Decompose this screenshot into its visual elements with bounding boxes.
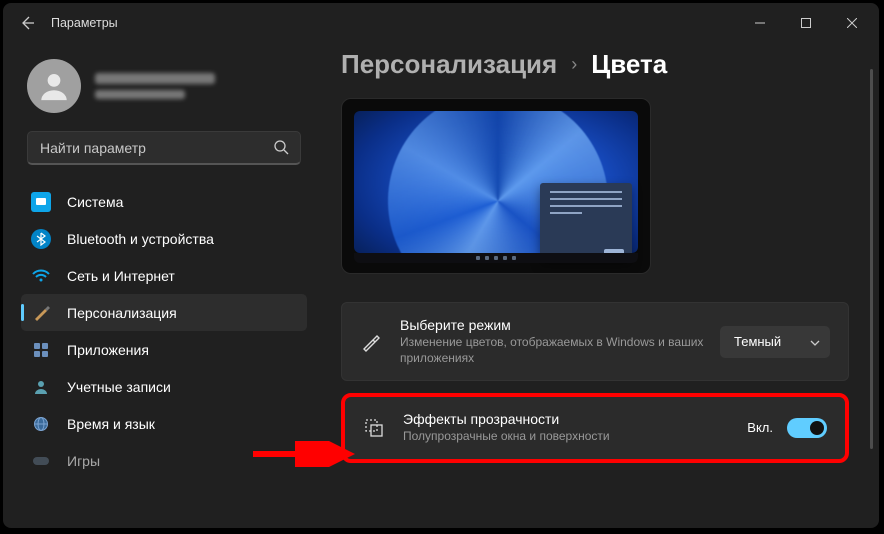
- settings-window: Параметры: [3, 3, 879, 528]
- display-icon: [31, 192, 51, 212]
- transparency-subtitle: Полупрозрачные окна и поверхности: [403, 429, 747, 445]
- transparency-title: Эффекты прозрачности: [403, 411, 747, 427]
- close-icon: [847, 18, 857, 28]
- minimize-button[interactable]: [737, 3, 783, 43]
- arrow-left-icon: [19, 15, 35, 31]
- brush-outline-icon: [360, 331, 382, 353]
- nav-time-language[interactable]: Время и язык: [21, 405, 307, 442]
- chevron-down-icon: [810, 334, 820, 349]
- search-box[interactable]: [27, 131, 301, 165]
- nav-system[interactable]: Система: [21, 183, 307, 220]
- chevron-right-icon: ›: [571, 54, 577, 75]
- toggle-label: Вкл.: [747, 420, 773, 435]
- nav-label: Сеть и Интернет: [67, 268, 175, 284]
- breadcrumb-current: Цвета: [591, 49, 667, 80]
- nav-label: Игры: [67, 453, 100, 469]
- nav-label: Учетные записи: [67, 379, 171, 395]
- search-icon: [273, 139, 289, 160]
- nav-bluetooth[interactable]: Bluetooth и устройства: [21, 220, 307, 257]
- transparency-toggle[interactable]: [787, 418, 827, 438]
- preview-card: [540, 183, 632, 261]
- breadcrumb: Персонализация › Цвета: [341, 49, 849, 80]
- globe-icon: [31, 414, 51, 434]
- wifi-icon: [31, 266, 51, 286]
- mode-dropdown[interactable]: Темный: [720, 326, 830, 358]
- brush-icon: [31, 303, 51, 323]
- nav-label: Система: [67, 194, 123, 210]
- maximize-button[interactable]: [783, 3, 829, 43]
- window-title: Параметры: [51, 16, 118, 30]
- transparency-card[interactable]: Эффекты прозрачности Полупрозрачные окна…: [341, 393, 849, 463]
- choose-mode-card[interactable]: Выберите режим Изменение цветов, отображ…: [341, 302, 849, 381]
- search-input[interactable]: [27, 131, 301, 165]
- back-button[interactable]: [7, 3, 47, 43]
- theme-preview: [341, 98, 651, 274]
- games-icon: [31, 451, 51, 471]
- sidebar: Система Bluetooth и устройства Сеть и Ин…: [3, 43, 313, 528]
- user-name: [95, 73, 215, 84]
- nav-gaming[interactable]: Игры: [21, 442, 307, 479]
- mode-value: Темный: [734, 334, 781, 349]
- user-email: [95, 90, 185, 99]
- nav-label: Bluetooth и устройства: [67, 231, 214, 247]
- nav-label: Приложения: [67, 342, 149, 358]
- apps-icon: [31, 340, 51, 360]
- nav-personalization[interactable]: Персонализация: [21, 294, 307, 331]
- mode-title: Выберите режим: [400, 317, 720, 333]
- minimize-icon: [755, 18, 765, 28]
- close-button[interactable]: [829, 3, 875, 43]
- nav: Система Bluetooth и устройства Сеть и Ин…: [21, 183, 307, 479]
- avatar: [27, 59, 81, 113]
- nav-label: Время и язык: [67, 416, 155, 432]
- breadcrumb-parent[interactable]: Персонализация: [341, 49, 557, 80]
- main-panel: Персонализация › Цвета Выберите режим: [313, 43, 879, 528]
- transparency-icon: [363, 417, 385, 439]
- scrollbar[interactable]: [870, 69, 873, 449]
- user-profile[interactable]: [21, 51, 307, 121]
- mode-subtitle: Изменение цветов, отображаемых в Windows…: [400, 335, 720, 366]
- nav-apps[interactable]: Приложения: [21, 331, 307, 368]
- nav-accounts[interactable]: Учетные записи: [21, 368, 307, 405]
- bluetooth-icon: [31, 229, 51, 249]
- account-icon: [31, 377, 51, 397]
- person-icon: [37, 69, 71, 103]
- nav-network[interactable]: Сеть и Интернет: [21, 257, 307, 294]
- nav-label: Персонализация: [67, 305, 177, 321]
- titlebar: Параметры: [3, 3, 879, 43]
- maximize-icon: [801, 18, 811, 28]
